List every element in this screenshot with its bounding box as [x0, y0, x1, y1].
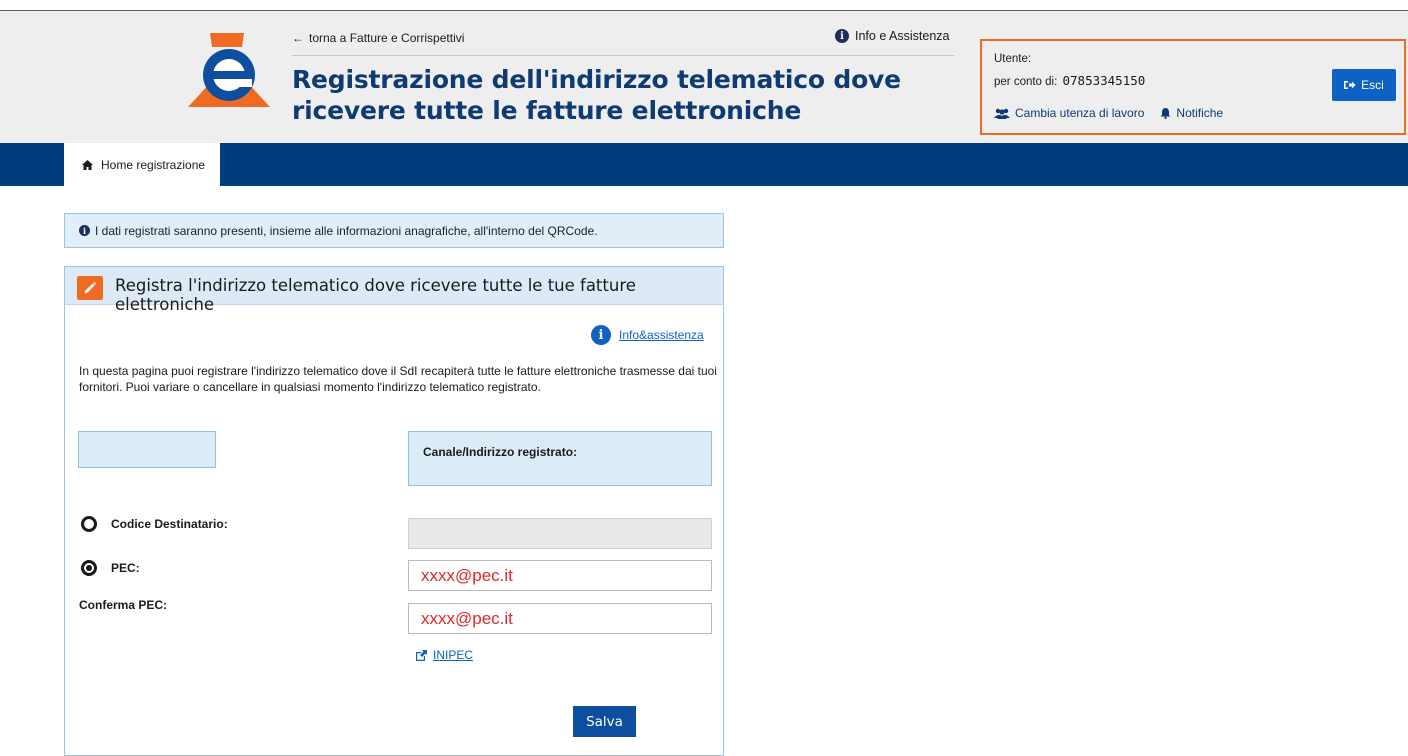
notifiche-link[interactable]: Notifiche [1160, 106, 1223, 120]
empty-info-box [78, 431, 216, 468]
canale-label: Canale/Indirizzo registrato: [423, 445, 578, 459]
radio-pec[interactable]: PEC: [81, 560, 140, 576]
info-icon: i [79, 225, 90, 236]
page-description: In questa pagina puoi registrare l'indir… [79, 364, 717, 394]
home-icon [82, 159, 93, 170]
per-conto-di: per conto di: 07853345150 [994, 73, 1145, 88]
tab-home-label: Home registrazione [101, 157, 206, 172]
per-conto-di-label: per conto di: [994, 76, 1058, 88]
notifiche-label: Notifiche [1176, 106, 1224, 120]
conferma-pec-label: Conferma PEC: [79, 598, 168, 612]
main-navbar: Home registrazione [0, 143, 1408, 186]
user-links: Cambia utenza di lavoro Notifiche [994, 106, 1223, 120]
agenzia-entrate-logo [188, 33, 270, 107]
logout-label: Esci [1361, 78, 1384, 92]
info-assistenza-label: Info e Assistenza [855, 29, 950, 43]
info-assistenza-link[interactable]: i Info e Assistenza [835, 29, 950, 43]
conferma-pec-input[interactable] [408, 603, 712, 634]
inipec-link[interactable]: INIPEC [415, 648, 473, 662]
pencil-icon [77, 276, 103, 300]
external-link-icon [416, 649, 427, 661]
user-panel: Utente: per conto di: 07853345150 Cambia… [980, 39, 1406, 135]
registration-panel: Registra l'indirizzo telematico dove ric… [64, 266, 724, 756]
codice-destinatario-label: Codice Destinatario: [111, 517, 228, 531]
users-icon [994, 108, 1010, 119]
info-assistenza-link[interactable]: i Info&assistenza [591, 325, 704, 345]
qrcode-info-alert: i I dati registrati saranno presenti, in… [64, 213, 724, 248]
back-link-label: torna a Fatture e Corrispettivi [309, 31, 465, 45]
alert-text: I dati registrati saranno presenti, insi… [95, 223, 598, 238]
cambia-utenza-link[interactable]: Cambia utenza di lavoro [994, 106, 1144, 120]
page-title: Registrazione dell'indirizzo telematico … [292, 65, 901, 125]
header: ← torna a Fatture e Corrispettivi i Info… [0, 11, 1408, 143]
per-conto-di-value: 07853345150 [1062, 73, 1146, 88]
codice-destinatario-input[interactable] [408, 518, 712, 549]
info-icon: i [835, 29, 849, 43]
inipec-label: INIPEC [433, 648, 474, 662]
back-link[interactable]: ← torna a Fatture e Corrispettivi [292, 31, 464, 45]
registered-channel-box: Canale/Indirizzo registrato: [408, 431, 712, 486]
logout-button[interactable]: Esci [1332, 69, 1396, 101]
tab-home-registrazione[interactable]: Home registrazione [64, 143, 220, 186]
panel-header: Registra l'indirizzo telematico dove ric… [65, 267, 723, 314]
radio-button[interactable] [81, 516, 97, 532]
radio-codice-destinatario[interactable]: Codice Destinatario: [81, 516, 228, 532]
bell-icon [1160, 108, 1171, 119]
user-label: Utente: [994, 53, 1032, 65]
radio-button-selected[interactable] [81, 560, 97, 576]
pec-input[interactable] [408, 560, 712, 591]
sign-out-icon [1344, 81, 1356, 89]
info-assistenza-link-label: Info&assistenza [619, 328, 704, 342]
pec-label: PEC: [111, 561, 140, 575]
cambia-utenza-label: Cambia utenza di lavoro [1015, 106, 1145, 120]
info-circle-icon: i [591, 325, 611, 345]
header-divider [292, 55, 954, 56]
arrow-left-icon: ← [292, 31, 304, 45]
save-button[interactable]: Salva [573, 706, 636, 737]
panel-title: Registra l'indirizzo telematico dove ric… [115, 276, 636, 314]
